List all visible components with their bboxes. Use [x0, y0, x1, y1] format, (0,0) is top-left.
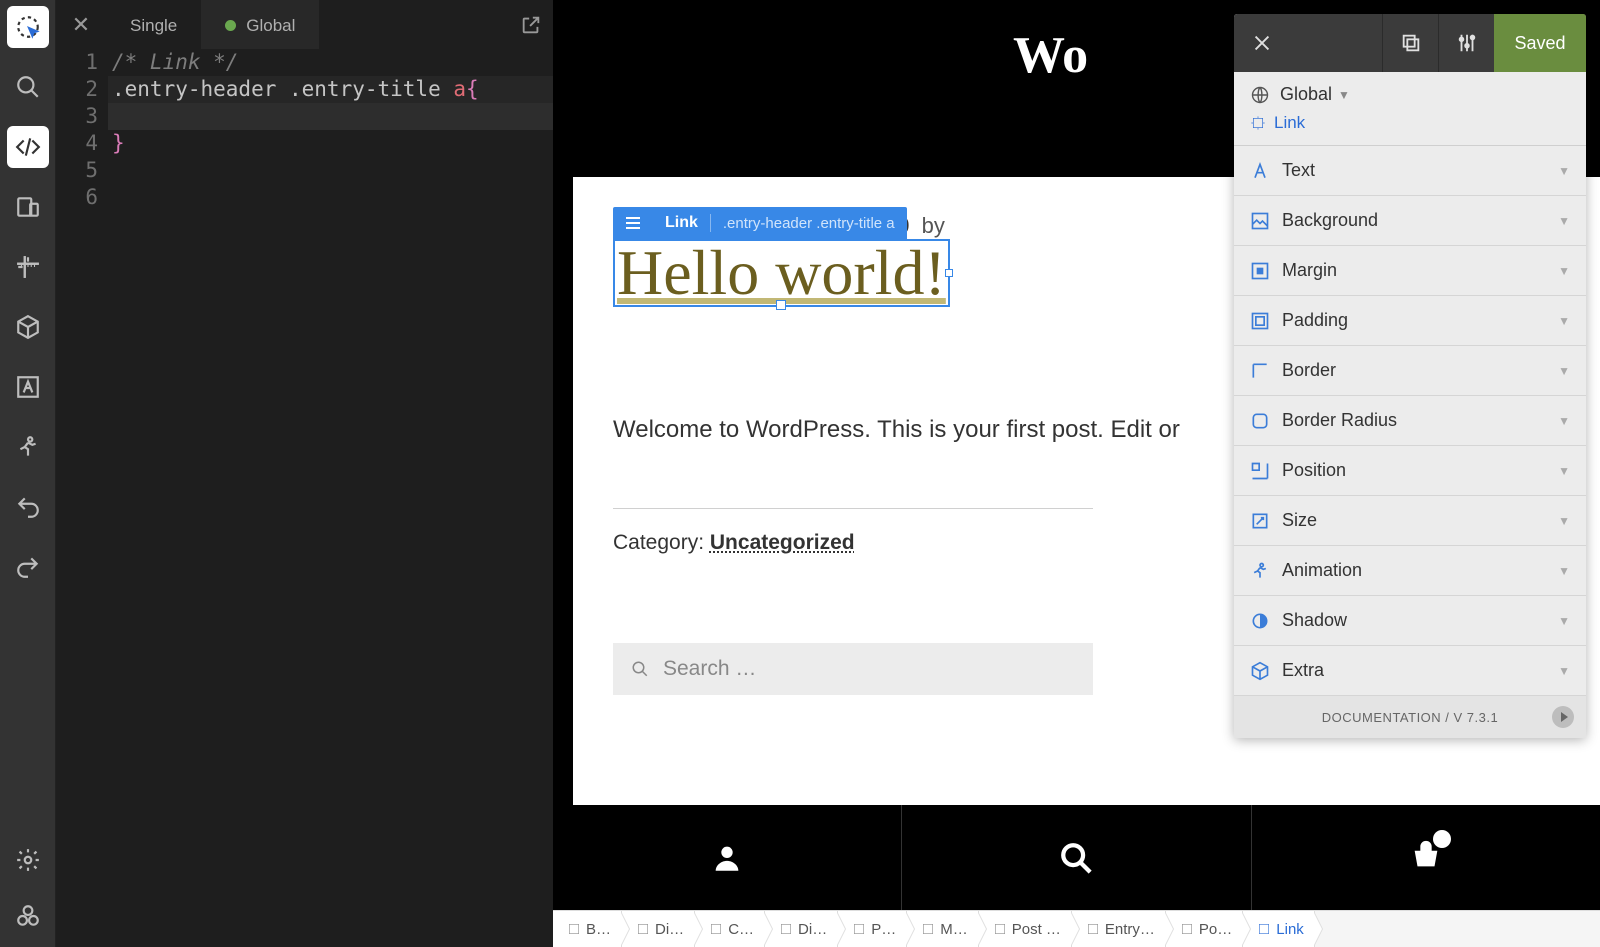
code-tabs: ✕ Single Global — [56, 0, 553, 49]
selection-selector-path: .entry-header .entry-title a — [711, 215, 907, 232]
section-border[interactable]: Border▼ — [1234, 346, 1586, 396]
devices-icon[interactable] — [7, 186, 49, 228]
cart-button[interactable] — [1251, 805, 1600, 910]
close-inspector-icon[interactable] — [1234, 14, 1290, 72]
crumb-body[interactable]: B… — [553, 911, 622, 947]
inspector-target[interactable]: Link — [1234, 107, 1586, 146]
preview-area: Wo 20 by Link .entry-header .entry-title… — [553, 0, 1600, 947]
inspector-footer: DOCUMENTATION / V 7.3.1 — [1234, 696, 1586, 738]
code-editor[interactable]: 1 2 3 4 5 6 /* Link */ .entry-header .en… — [56, 49, 553, 947]
selection-toolbar[interactable]: Link .entry-header .entry-title a — [613, 207, 907, 239]
code-panel: ✕ Single Global 1 2 3 4 5 6 /* Link */ .… — [56, 0, 553, 947]
search-icon[interactable] — [7, 66, 49, 108]
animation-run-icon[interactable] — [7, 426, 49, 468]
category-label: Category: — [613, 531, 710, 554]
code-line-1: /* Link */ — [112, 50, 238, 74]
site-title: Wo — [1013, 30, 1088, 82]
tab-global-label: Global — [246, 16, 295, 36]
hamburger-icon[interactable] — [613, 216, 653, 230]
account-button[interactable] — [553, 805, 901, 910]
crumb-container[interactable]: C… — [695, 911, 765, 947]
settings-gear-icon[interactable] — [7, 839, 49, 881]
divider — [613, 508, 1093, 509]
redo-icon[interactable] — [7, 546, 49, 588]
select-tool-icon[interactable] — [7, 6, 49, 48]
box-3d-icon[interactable] — [7, 306, 49, 348]
play-icon[interactable] — [1552, 706, 1574, 728]
code-line-2b: a — [453, 77, 466, 101]
crumb-post2[interactable]: Po… — [1166, 911, 1243, 947]
target-icon — [1250, 115, 1266, 131]
crumb-div[interactable]: Di… — [622, 911, 695, 947]
code-line-2a: .entry-header .entry-title — [112, 77, 453, 101]
section-size[interactable]: Size▼ — [1234, 496, 1586, 546]
scope-selector[interactable]: Global▼ — [1234, 72, 1586, 107]
section-shadow[interactable]: Shadow▼ — [1234, 596, 1586, 646]
section-margin[interactable]: Margin▼ — [1234, 246, 1586, 296]
copy-icon[interactable] — [1382, 14, 1438, 72]
crumb-p[interactable]: P… — [838, 911, 907, 947]
search-box[interactable]: Search … — [613, 643, 1093, 695]
section-animation[interactable]: Animation▼ — [1234, 546, 1586, 596]
crumb-div2[interactable]: Di… — [765, 911, 838, 947]
crumb-link[interactable]: Link — [1243, 911, 1315, 947]
crumb-post[interactable]: Post … — [979, 911, 1072, 947]
close-tabs-icon[interactable]: ✕ — [66, 10, 96, 40]
open-external-icon[interactable] — [517, 11, 545, 39]
category-link[interactable]: Uncategorized — [710, 531, 855, 554]
section-extra[interactable]: Extra▼ — [1234, 646, 1586, 696]
crumb-entry[interactable]: Entry… — [1072, 911, 1166, 947]
code-line-4: } — [112, 131, 125, 155]
undo-icon[interactable] — [7, 486, 49, 528]
section-padding[interactable]: Padding▼ — [1234, 296, 1586, 346]
tool-sidebar — [0, 0, 56, 947]
code-line-2c: { — [466, 77, 479, 101]
tab-global[interactable]: Global — [201, 0, 319, 49]
search-button[interactable] — [901, 805, 1250, 910]
tab-single[interactable]: Single — [106, 0, 201, 49]
tab-single-label: Single — [130, 16, 177, 36]
typography-icon[interactable] — [7, 366, 49, 408]
search-placeholder: Search … — [663, 657, 756, 681]
inspector-panel: Saved Global▼ Link Text▼ Background▼ Mar… — [1234, 14, 1586, 738]
code-editor-icon[interactable] — [7, 126, 49, 168]
breadcrumb-bar: B… Di… C… Di… P… M… Post … Entry… Po… Li… — [553, 910, 1600, 947]
unsaved-dot-icon — [225, 20, 236, 31]
section-position[interactable]: Position▼ — [1234, 446, 1586, 496]
bottom-icon-bar — [553, 805, 1600, 910]
search-icon — [631, 660, 649, 678]
post-by-label: by — [922, 213, 945, 238]
section-text[interactable]: Text▼ — [1234, 146, 1586, 196]
ruler-icon[interactable] — [7, 246, 49, 288]
globe-icon — [1250, 85, 1270, 105]
post-title-link[interactable]: Hello world! — [615, 237, 948, 308]
sliders-icon[interactable] — [1438, 14, 1494, 72]
saved-button[interactable]: Saved — [1494, 14, 1586, 72]
section-background[interactable]: Background▼ — [1234, 196, 1586, 246]
selected-element-outline[interactable]: Hello world! — [613, 239, 950, 307]
modules-icon[interactable] — [7, 895, 49, 937]
selection-label: Link — [653, 214, 711, 232]
section-border-radius[interactable]: Border Radius▼ — [1234, 396, 1586, 446]
crumb-main[interactable]: M… — [907, 911, 979, 947]
